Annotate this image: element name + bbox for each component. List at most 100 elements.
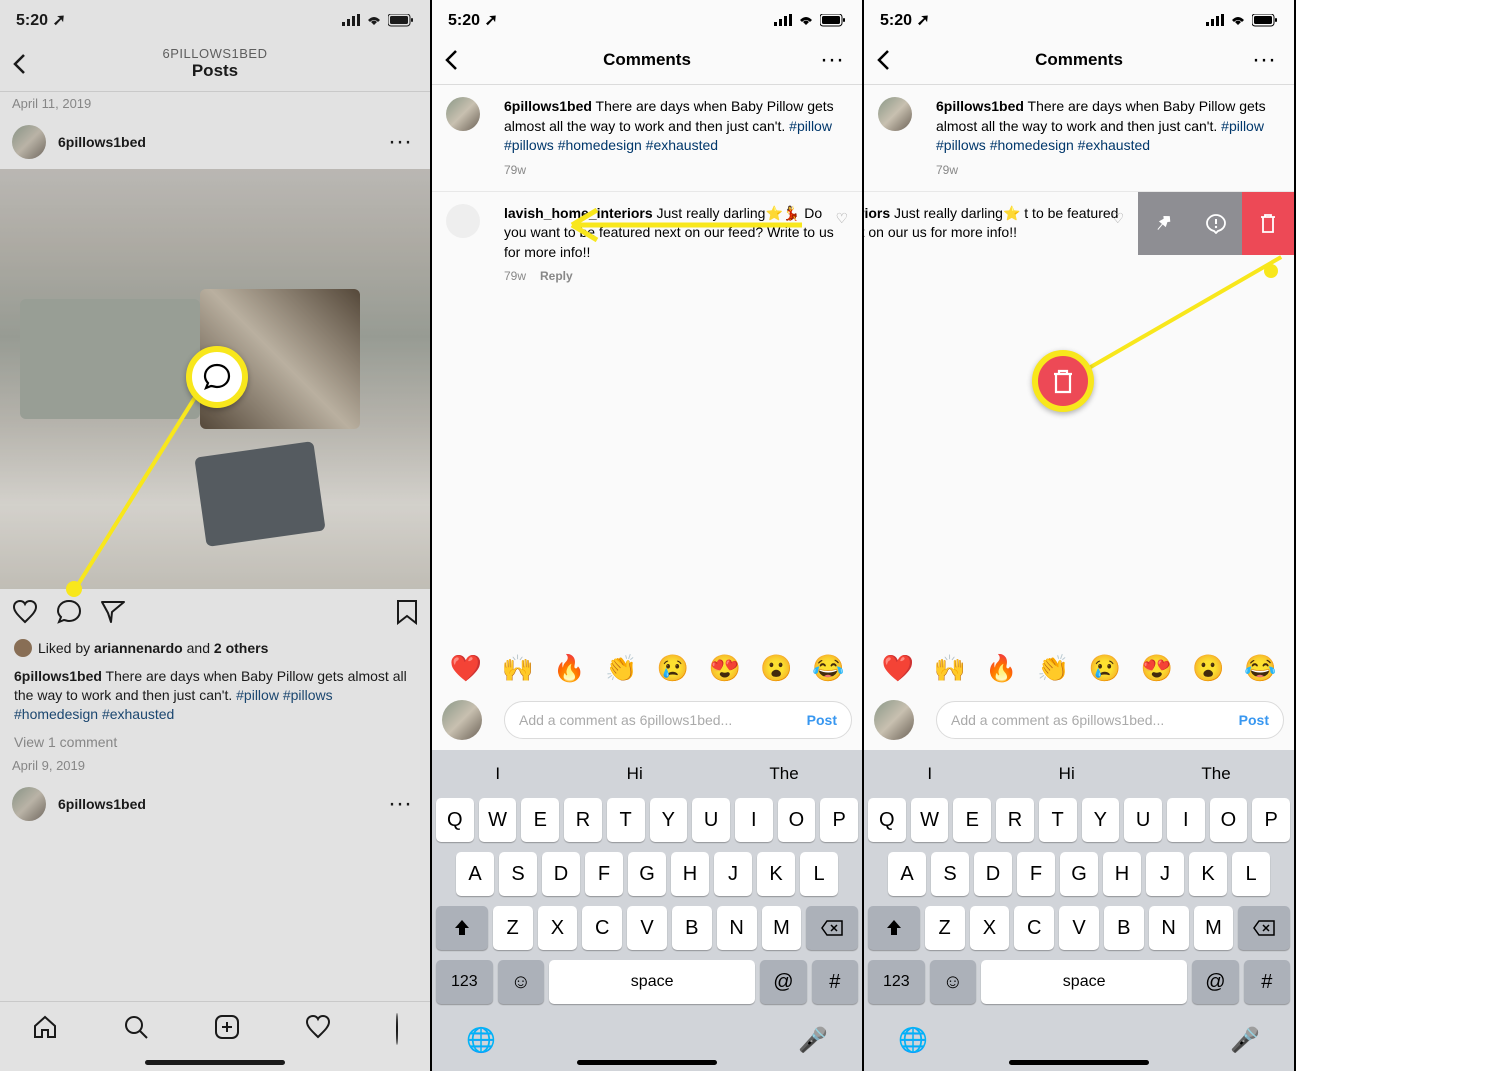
home-indicator[interactable] — [577, 1060, 717, 1065]
view-comments[interactable]: View 1 comment — [0, 730, 430, 754]
swipe-actions — [1138, 192, 1294, 255]
num-key[interactable]: 123 — [436, 960, 493, 1004]
home-indicator[interactable] — [145, 1060, 285, 1065]
shift-key[interactable] — [868, 906, 920, 950]
more-icon[interactable]: ··· — [820, 46, 850, 74]
emoji-row: ❤️🙌🔥👏😢😍😮😂 — [864, 643, 1294, 694]
signal-icon — [342, 14, 360, 26]
commenter-avatar[interactable] — [446, 204, 480, 238]
comment-1[interactable]: lavish_home_interiors Just really darlin… — [432, 192, 862, 298]
like-comment-icon[interactable]: ♡ — [835, 210, 848, 227]
like-icon[interactable] — [12, 599, 38, 625]
post-button[interactable]: Post — [807, 712, 837, 728]
status-bar: 5:20 ➚ — [432, 0, 862, 36]
liker-avatar — [14, 639, 32, 657]
bookmark-icon[interactable] — [396, 599, 418, 625]
emoji[interactable]: 😢 — [657, 653, 689, 684]
more-icon[interactable]: ··· — [1252, 46, 1282, 74]
callout-dot — [1264, 264, 1278, 278]
comment-swiped[interactable]: nteriors Just really darling⭐ t to be fe… — [864, 192, 1294, 255]
globe-icon[interactable]: 🌐 — [466, 1026, 496, 1055]
input-avatar — [874, 700, 914, 740]
screen-comments: 5:20 ➚ Comments ··· 6pillows1bed There a… — [432, 0, 864, 1071]
reply-link[interactable]: Reply — [540, 268, 573, 285]
report-button[interactable] — [1190, 192, 1242, 255]
share-icon[interactable] — [100, 599, 126, 625]
caption-block: 6pillows1bed There are days when Baby Pi… — [864, 85, 1294, 192]
shift-key[interactable] — [436, 906, 488, 950]
input-avatar — [442, 700, 482, 740]
activity-icon[interactable] — [305, 1014, 331, 1045]
callout-dot — [66, 581, 82, 597]
post-button[interactable]: Post — [1239, 712, 1269, 728]
username[interactable]: 6pillows1bed — [58, 134, 388, 150]
header-subtitle: 6PILLOWS1BED — [42, 46, 388, 61]
delete-button[interactable] — [1242, 192, 1294, 255]
likes-row[interactable]: Liked by ariannenardo and 2 others — [0, 635, 430, 661]
header-title: Comments — [474, 50, 820, 70]
more-icon[interactable]: ··· — [388, 128, 418, 156]
callout-line — [1081, 255, 1282, 373]
more-icon[interactable]: ··· — [388, 790, 418, 818]
comment-input[interactable]: Add a comment as 6pillows1bed... Post — [936, 701, 1284, 739]
space-key[interactable]: space — [549, 960, 755, 1004]
comment-input-row: Add a comment as 6pillows1bed... Post — [432, 694, 862, 750]
emoji[interactable]: 😮 — [760, 653, 792, 684]
emoji[interactable]: 🙌 — [501, 653, 533, 684]
battery-icon — [388, 14, 414, 27]
header-title: Posts — [42, 61, 388, 81]
avatar[interactable] — [12, 787, 46, 821]
comments-header: Comments ··· — [864, 36, 1294, 85]
keyboard: QWERTYUIOP ASDFGHJKL ZXCVBNM 123 ☺ space… — [432, 794, 862, 1071]
action-row — [0, 589, 430, 635]
backspace-key[interactable] — [1238, 906, 1290, 950]
posts-header: 6PILLOWS1BED Posts — [0, 36, 430, 92]
mic-icon[interactable]: 🎤 — [1230, 1026, 1260, 1055]
emoji[interactable]: 👏 — [605, 653, 637, 684]
home-icon[interactable] — [32, 1014, 58, 1045]
comment-icon[interactable] — [56, 599, 82, 625]
at-key[interactable]: @ — [760, 960, 806, 1004]
keyboard: QWERTYUIOP ASDFGHJKL ZXCVBNM 123 ☺ space… — [864, 794, 1294, 1071]
emoji-key[interactable]: ☺ — [498, 960, 544, 1004]
back-icon[interactable] — [12, 53, 42, 75]
home-indicator[interactable] — [1009, 1060, 1149, 1065]
avatar[interactable] — [446, 97, 480, 131]
emoji[interactable]: 🔥 — [553, 653, 585, 684]
globe-icon[interactable]: 🌐 — [898, 1026, 928, 1055]
emoji[interactable]: 😍 — [708, 653, 740, 684]
callout-delete-icon — [1032, 350, 1094, 412]
date-bottom: April 9, 2019 — [0, 754, 430, 777]
header-title: Comments — [906, 50, 1252, 70]
search-icon[interactable] — [123, 1014, 149, 1045]
hash-key[interactable]: # — [812, 960, 858, 1004]
comments-header: Comments ··· — [432, 36, 862, 85]
emoji[interactable]: 😂 — [812, 653, 844, 684]
pin-button[interactable] — [1138, 192, 1190, 255]
date-label: April 11, 2019 — [0, 92, 430, 115]
mic-icon[interactable]: 🎤 — [798, 1026, 828, 1055]
backspace-key[interactable] — [806, 906, 858, 950]
like-comment-icon[interactable]: ♡ — [1111, 210, 1124, 227]
kb-suggestions: I Hi The — [432, 750, 862, 794]
post-header: 6pillows1bed ··· — [0, 115, 430, 169]
back-icon[interactable] — [444, 49, 474, 71]
emoji[interactable]: ❤️ — [450, 653, 482, 684]
caption-block: 6pillows1bed There are days when Baby Pi… — [432, 85, 862, 192]
emoji-key[interactable]: ☺ — [930, 960, 976, 1004]
profile-icon[interactable] — [396, 1014, 398, 1045]
key[interactable]: Q — [436, 798, 474, 842]
callout-comment-icon — [186, 346, 248, 408]
avatar[interactable] — [878, 97, 912, 131]
kb-suggestions: IHiThe — [864, 750, 1294, 794]
next-post-header: 6pillows1bed ··· — [0, 777, 430, 831]
comment-input[interactable]: Add a comment as 6pillows1bed... Post — [504, 701, 852, 739]
add-icon[interactable] — [214, 1014, 240, 1045]
status-bar: 5:20 ➚ — [0, 0, 430, 36]
wifi-icon — [365, 14, 383, 26]
avatar[interactable] — [12, 125, 46, 159]
comment-input-row: Add a comment as 6pillows1bed... Post — [864, 694, 1294, 750]
username[interactable]: 6pillows1bed — [58, 796, 388, 812]
back-icon[interactable] — [876, 49, 906, 71]
screen-posts: 5:20 ➚ 6PILLOWS1BED Posts April 11, 2019… — [0, 0, 432, 1071]
